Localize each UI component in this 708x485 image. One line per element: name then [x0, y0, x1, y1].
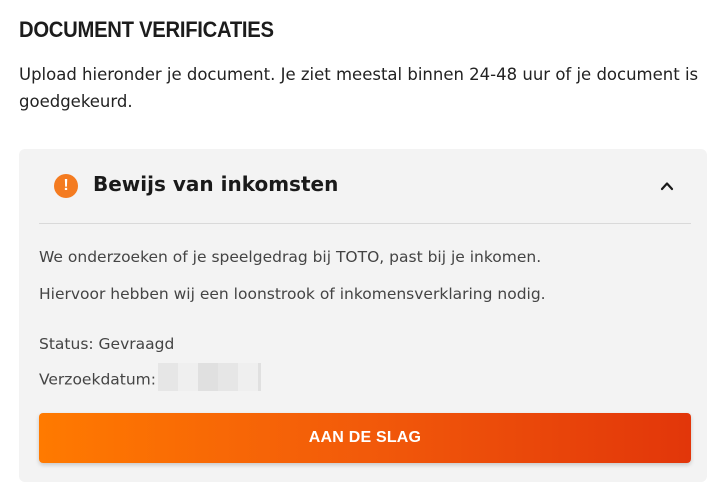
chevron-up-icon[interactable] [659, 178, 675, 194]
section-title: DOCUMENT VERIFICATIES [19, 17, 274, 42]
description-line-1: We onderzoeken of je speelgedrag bij TOT… [39, 248, 542, 266]
request-date-row: Verzoekdatum: [39, 363, 261, 391]
get-started-button[interactable]: AAN DE SLAG [39, 413, 691, 463]
redacted-date [158, 363, 261, 391]
description-line-2: Hiervoor hebben wij een loonstrook of in… [39, 285, 546, 303]
document-verification-page: DOCUMENT VERIFICATIES Upload hieronder j… [0, 0, 708, 485]
intro-text: Upload hieronder je document. Je ziet me… [19, 65, 699, 111]
request-date-label: Verzoekdatum: [39, 370, 156, 389]
card-title: Bewijs van inkomsten [93, 172, 339, 196]
exclamation-icon: ! [54, 174, 78, 198]
document-card: ! Bewijs van inkomsten We onderzoeken of… [19, 149, 707, 482]
exclamation-glyph: ! [63, 177, 69, 194]
status-text: Status: Gevraagd [39, 335, 175, 353]
card-header-toggle[interactable]: ! Bewijs van inkomsten [19, 149, 707, 224]
divider [39, 223, 691, 224]
